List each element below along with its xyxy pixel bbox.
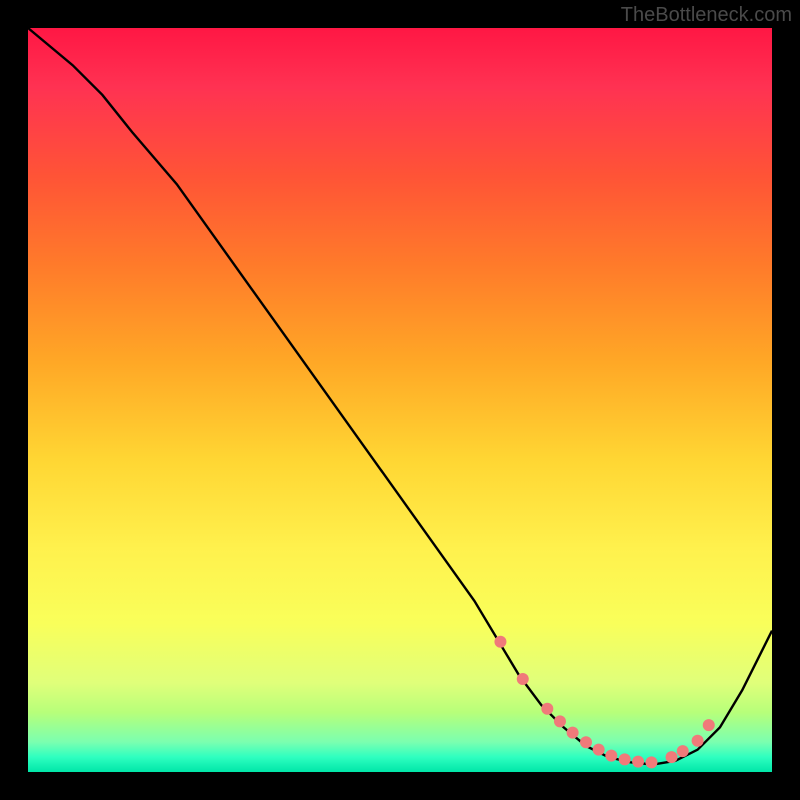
chart-svg xyxy=(28,28,772,772)
marker-dot xyxy=(517,673,529,685)
marker-dot xyxy=(692,735,704,747)
marker-dot xyxy=(677,745,689,757)
marker-group xyxy=(494,636,714,769)
plot-area xyxy=(28,28,772,772)
marker-dot xyxy=(703,719,715,731)
marker-dot xyxy=(580,736,592,748)
marker-dot xyxy=(645,756,657,768)
marker-dot xyxy=(593,744,605,756)
marker-dot xyxy=(632,756,644,768)
marker-dot xyxy=(541,703,553,715)
marker-dot xyxy=(554,715,566,727)
marker-dot xyxy=(666,751,678,763)
marker-dot xyxy=(494,636,506,648)
marker-dot xyxy=(567,727,579,739)
attribution-text: TheBottleneck.com xyxy=(621,4,792,27)
marker-dot xyxy=(619,753,631,765)
bottleneck-curve xyxy=(28,28,772,765)
marker-dot xyxy=(605,750,617,762)
